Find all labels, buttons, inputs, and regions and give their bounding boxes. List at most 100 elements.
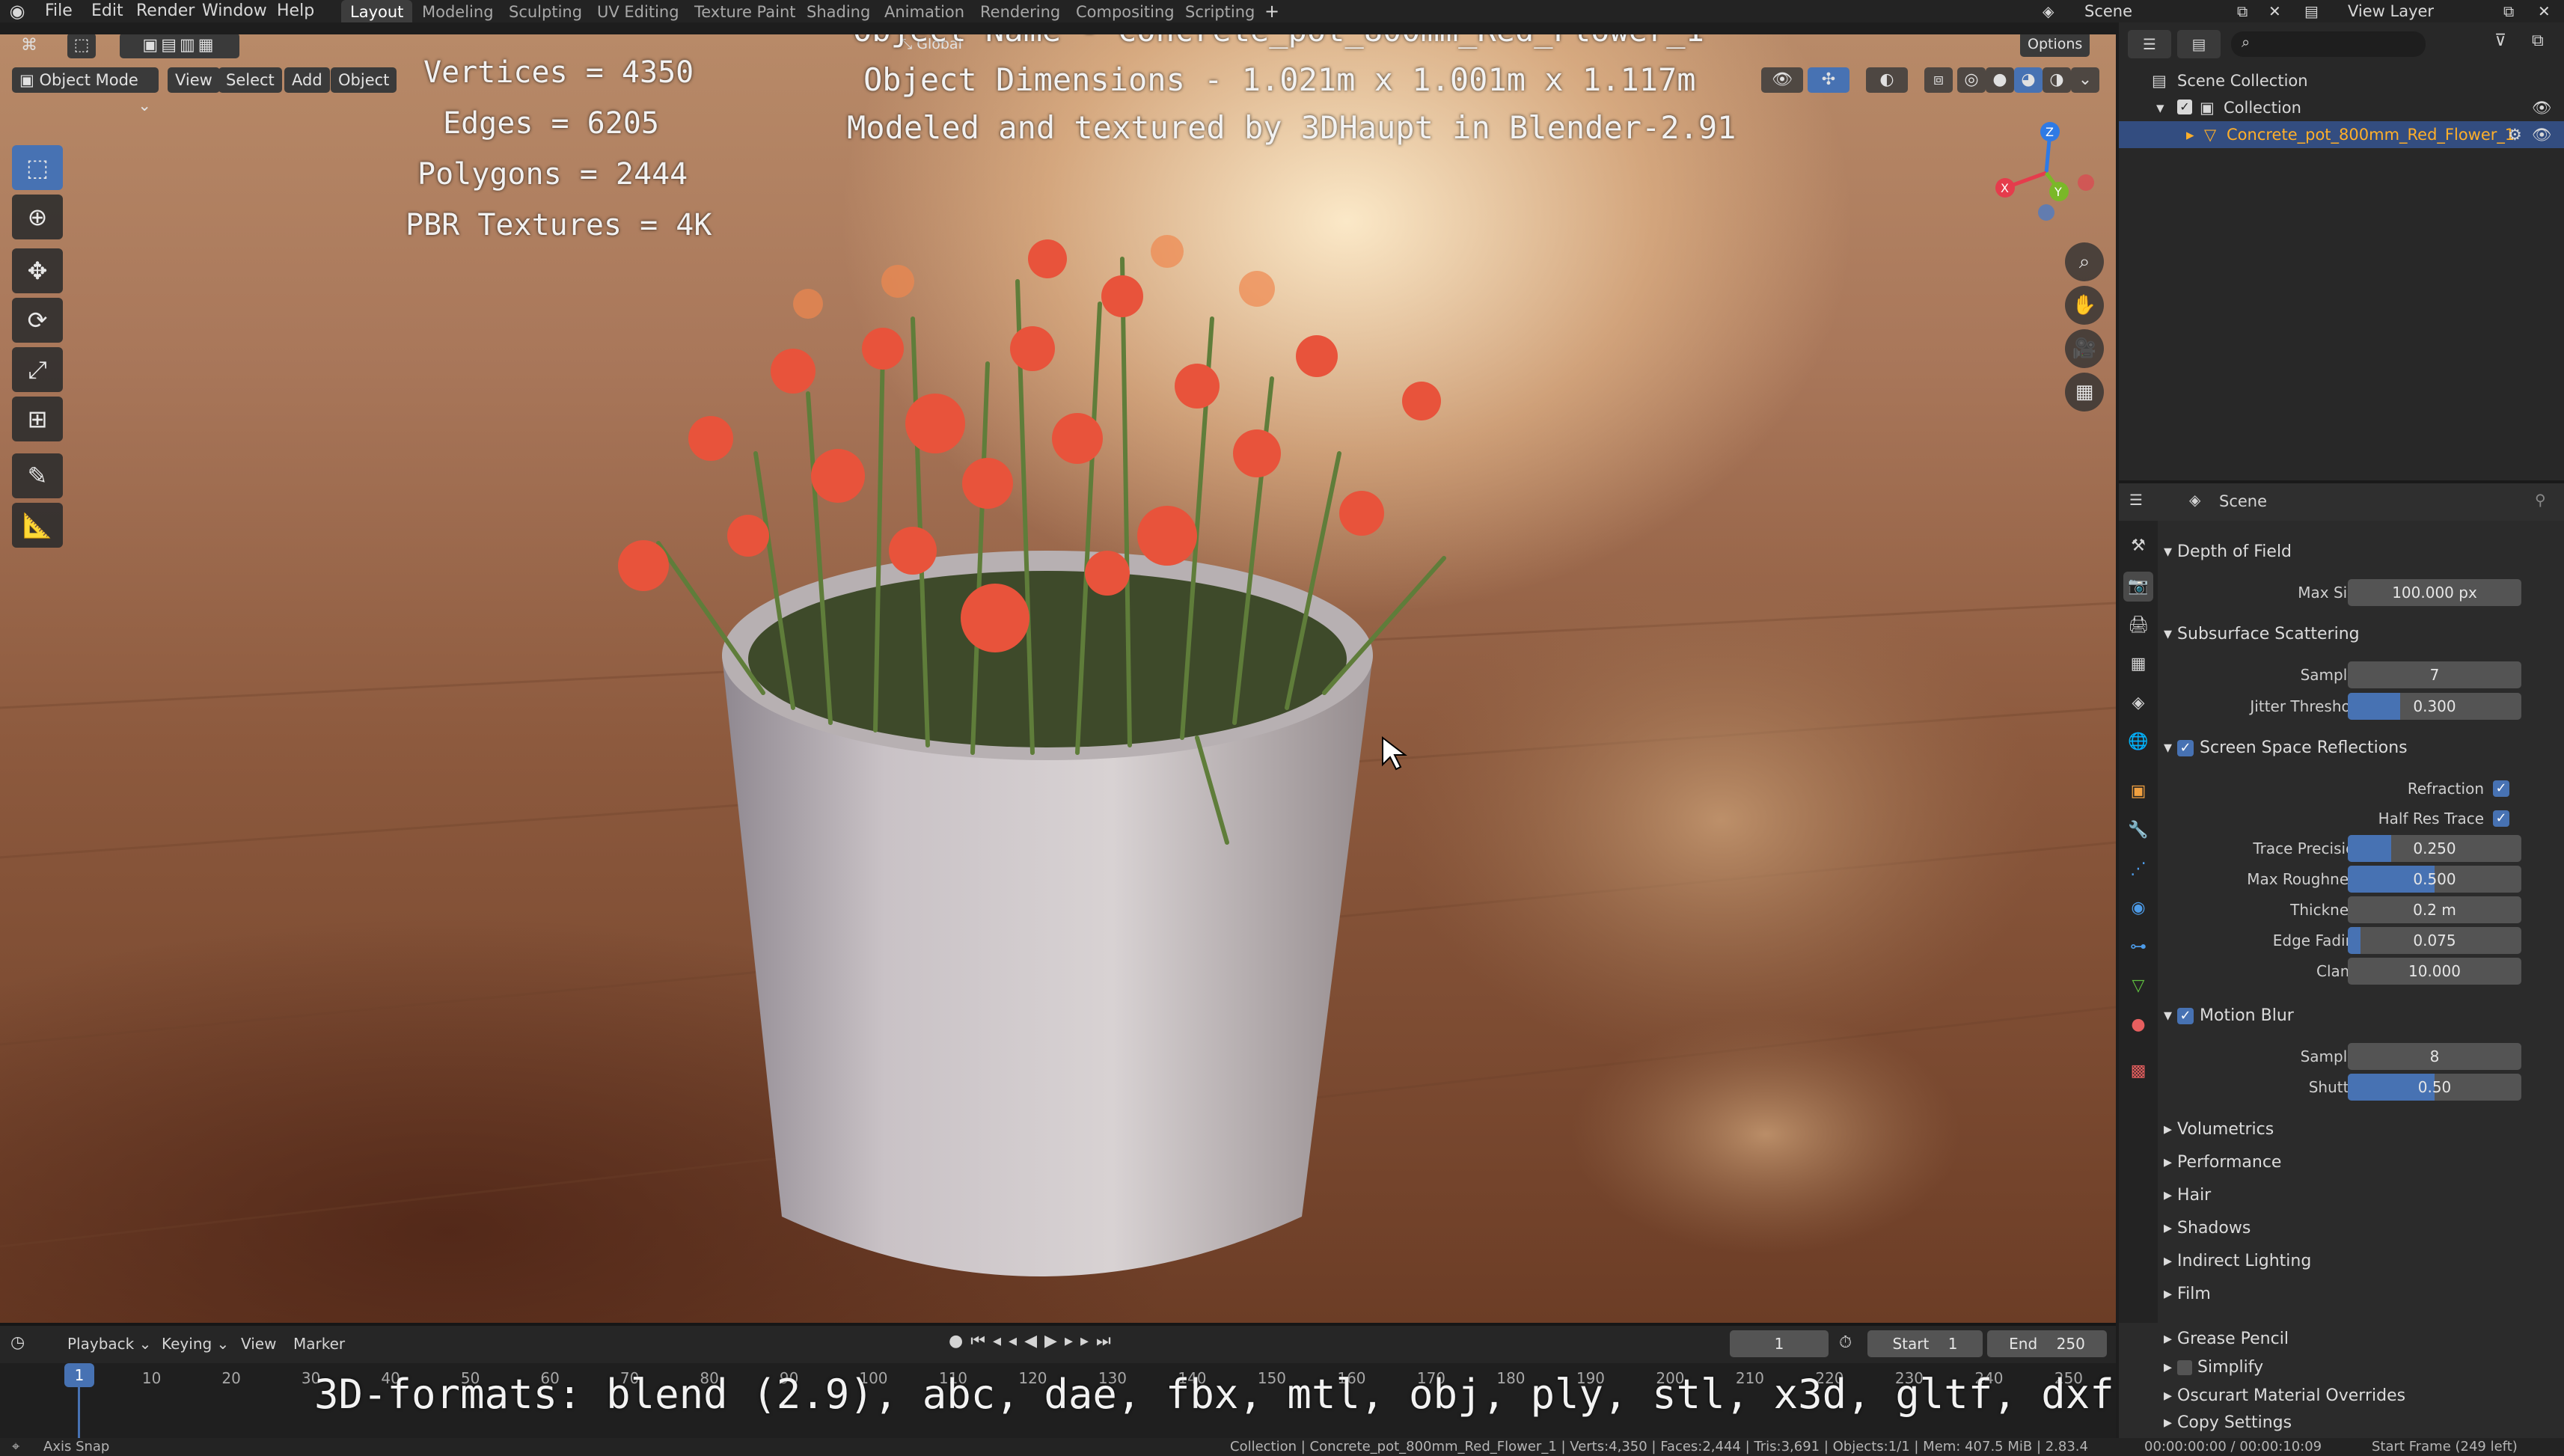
tab-modeling[interactable]: Modeling xyxy=(413,0,503,22)
measure-tool-icon[interactable]: 📐 xyxy=(12,503,63,548)
outliner-row-scene-collection[interactable]: ▤ Scene Collection xyxy=(2119,67,2564,94)
menu-file[interactable]: File xyxy=(45,0,73,22)
outliner-row-pot-object[interactable]: ▸ ▽ Concrete_pot_800mm_Red_Flower_1 ⚙ 👁 xyxy=(2119,121,2564,148)
end-frame-field[interactable]: End 250 xyxy=(1987,1330,2107,1357)
menu-window[interactable]: Window xyxy=(202,0,267,22)
tab-compositing[interactable]: Compositing xyxy=(1067,0,1184,22)
shading-options-icon[interactable]: ⌄ xyxy=(2071,67,2099,93)
annotate-tool-icon[interactable]: ✎ xyxy=(12,453,63,498)
new-collection-icon[interactable]: ⧉ xyxy=(2532,31,2544,50)
section-performance[interactable]: ▸ Performance xyxy=(2164,1148,2281,1178)
menu-keying[interactable]: Keying ⌄ xyxy=(162,1335,229,1353)
axis-gizmo[interactable]: Z X Y xyxy=(1990,117,2102,229)
tab-animation[interactable]: Animation xyxy=(875,0,973,22)
motion-blur-checkbox[interactable]: ✓ xyxy=(2177,1008,2194,1024)
xray-icon[interactable]: ⧈ xyxy=(1924,67,1953,93)
menu-view[interactable]: View xyxy=(168,67,220,93)
viewport-visibility-icon[interactable]: 👁 xyxy=(1761,67,1803,93)
3d-viewport[interactable]: ▣ Object Mode ⌄ View Select Add Object ⌘ … xyxy=(0,34,2116,1323)
constraints-tab-icon[interactable]: ⊶ xyxy=(2123,932,2153,962)
pin-icon[interactable]: ⚲ xyxy=(2535,491,2546,509)
menu-object[interactable]: Object xyxy=(331,67,397,93)
view-layer-name[interactable]: View Layer xyxy=(2348,0,2434,22)
section-oscurart-overrides[interactable]: ▸ Oscurart Material Overrides xyxy=(2164,1381,2405,1411)
properties-editor-type-icon[interactable]: ☰ xyxy=(2129,491,2143,509)
solid-shading-icon[interactable]: ● xyxy=(1986,67,2014,93)
half-res-trace-checkbox[interactable]: ✓ xyxy=(2493,810,2509,827)
section-hair[interactable]: ▸ Hair xyxy=(2164,1181,2211,1211)
pan-hand-icon[interactable]: ✋ xyxy=(2065,286,2104,325)
scene-tab-icon[interactable]: ◈ xyxy=(2123,688,2153,718)
clamp-field[interactable]: 10.000 xyxy=(2348,958,2521,985)
render-tab-icon[interactable]: 📷 xyxy=(2123,572,2153,602)
tab-layout[interactable]: Layout xyxy=(341,0,413,22)
remove-view-layer-icon[interactable]: ✕ xyxy=(2538,0,2551,22)
remove-scene-icon[interactable]: ✕ xyxy=(2268,0,2281,22)
camera-view-icon[interactable]: 🎥 xyxy=(2065,329,2104,368)
start-frame-field[interactable]: Start 1 xyxy=(1867,1330,1983,1357)
section-film[interactable]: ▸ Film xyxy=(2164,1279,2211,1309)
section-subsurface-scattering[interactable]: ▾ Subsurface Scattering xyxy=(2164,620,2360,649)
add-workspace-icon[interactable]: + xyxy=(1264,0,1279,22)
jitter-threshold-slider[interactable]: 0.300 xyxy=(2348,693,2521,720)
eye-icon[interactable]: 👁 xyxy=(2532,94,2552,121)
tab-uv-editing[interactable]: UV Editing xyxy=(588,0,688,22)
play-reverse-icon[interactable]: ◀ xyxy=(1024,1332,1044,1351)
scene-selector-icon[interactable]: ◈ xyxy=(2043,0,2054,22)
stopwatch-icon[interactable]: ⏱ xyxy=(1839,1333,1852,1352)
gizmo-toggle-icon[interactable]: ✣ xyxy=(1808,67,1849,93)
section-depth-of-field[interactable]: ▾ Depth of Field xyxy=(2164,537,2292,567)
transform-tool-icon[interactable]: ⊞ xyxy=(12,397,63,441)
material-tab-icon[interactable]: ● xyxy=(2123,1010,2153,1040)
output-tab-icon[interactable]: 🖨 xyxy=(2123,611,2153,640)
outliner-row-collection[interactable]: ▾ ✓ ▣ Collection 👁 xyxy=(2119,94,2564,121)
section-simplify[interactable]: ▸ Simplify xyxy=(2164,1353,2263,1383)
thickness-field[interactable]: 0.2 m xyxy=(2348,896,2521,923)
section-copy-settings[interactable]: ▸ Copy Settings xyxy=(2164,1408,2292,1438)
section-indirect-lighting[interactable]: ▸ Indirect Lighting xyxy=(2164,1247,2311,1276)
material-preview-icon[interactable]: ◕ xyxy=(2014,67,2043,93)
shutter-slider[interactable]: 0.50 xyxy=(2348,1074,2521,1101)
data-tab-icon[interactable]: ▽ xyxy=(2123,971,2153,1001)
cursor-tool-icon[interactable]: ⊕ xyxy=(12,195,63,239)
next-key-icon[interactable]: ▸▸ xyxy=(1065,1332,1096,1351)
menu-render[interactable]: Render xyxy=(136,0,195,22)
menu-timeline-view[interactable]: View xyxy=(241,1335,276,1353)
section-screen-space-reflections[interactable]: ▾ ✓ Screen Space Reflections xyxy=(2164,733,2408,763)
world-tab-icon[interactable]: 🌐 xyxy=(2123,727,2153,757)
tab-shading[interactable]: Shading xyxy=(798,0,879,22)
menu-help[interactable]: Help xyxy=(277,0,314,22)
tab-rendering[interactable]: Rendering xyxy=(971,0,1069,22)
tab-texture-paint[interactable]: Texture Paint xyxy=(685,0,805,22)
timeline-editor-type-icon[interactable]: ◷ xyxy=(10,1333,25,1352)
expand-arrow-icon[interactable]: ▾ xyxy=(2156,94,2164,121)
scale-tool-icon[interactable]: ⤢ xyxy=(12,347,63,392)
menu-playback[interactable]: Playback ⌄ xyxy=(67,1335,151,1353)
edge-fading-slider[interactable]: 0.075 xyxy=(2348,927,2521,954)
options-dropdown[interactable]: Options xyxy=(2020,34,2090,57)
selection-mode-icons[interactable]: ▣▤▥▦ xyxy=(120,34,239,58)
outliner-editor-type-icon[interactable]: ☰ xyxy=(2128,30,2171,58)
copy-view-layer-icon[interactable]: ⧉ xyxy=(2503,0,2514,22)
object-tab-icon[interactable]: ▣ xyxy=(2123,777,2153,807)
menu-marker[interactable]: Marker xyxy=(293,1335,345,1353)
object-mode-dropdown[interactable]: ▣ Object Mode ⌄ xyxy=(12,67,159,114)
overlays-icon[interactable]: ◐ xyxy=(1866,67,1908,93)
scene-name[interactable]: Scene xyxy=(2084,0,2132,22)
tool-tab-icon[interactable]: ⚒ xyxy=(2123,531,2153,561)
menu-select[interactable]: Select xyxy=(218,67,282,93)
section-grease-pencil[interactable]: ▸ Grease Pencil xyxy=(2164,1324,2289,1354)
record-icon[interactable]: ● xyxy=(949,1332,970,1351)
refraction-checkbox[interactable]: ✓ xyxy=(2493,780,2509,797)
jump-start-icon[interactable]: ⏮ xyxy=(970,1332,993,1351)
view-layer-icon[interactable]: ▤ xyxy=(2304,0,2319,22)
menu-add[interactable]: Add xyxy=(284,67,330,93)
physics-tab-icon[interactable]: ◉ xyxy=(2123,893,2153,923)
menu-edit[interactable]: Edit xyxy=(91,0,123,22)
ssr-enable-checkbox[interactable]: ✓ xyxy=(2177,740,2194,756)
sss-samples-field[interactable]: 7 xyxy=(2348,661,2521,688)
display-mode-icon[interactable]: ▤ xyxy=(2177,30,2221,58)
texture-tab-icon[interactable]: ▩ xyxy=(2123,1056,2153,1086)
blender-logo-icon[interactable]: ◉ xyxy=(7,0,27,22)
particles-tab-icon[interactable]: ⋰ xyxy=(2123,854,2153,884)
